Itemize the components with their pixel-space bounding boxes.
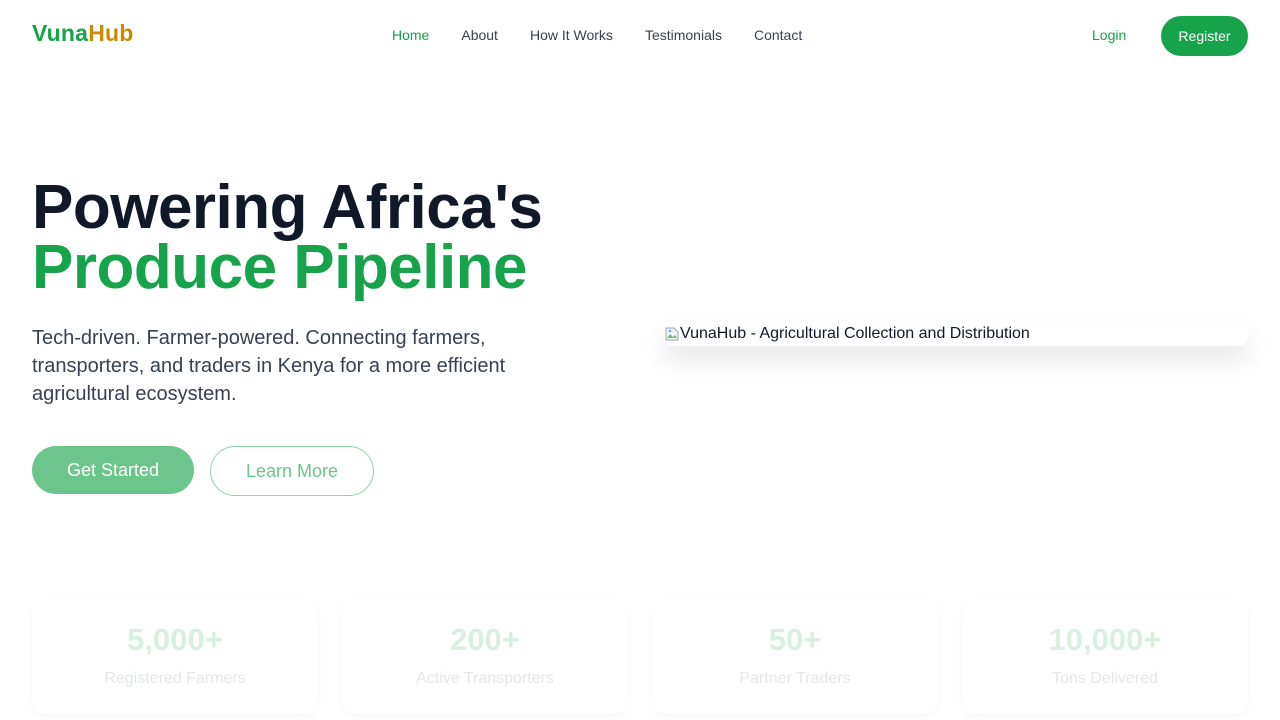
navbar: VunaHub Home About How It Works Testimon…	[0, 0, 1280, 72]
hero-title-line1: Powering Africa's	[32, 173, 543, 242]
nav-link-testimonials[interactable]: Testimonials	[645, 27, 722, 43]
stat-card-tons: 10,000+ Tons Delivered	[962, 600, 1248, 714]
main-nav: Home About How It Works Testimonials Con…	[392, 27, 802, 43]
stat-card-traders: 50+ Partner Traders	[652, 600, 938, 714]
stat-label: Partner Traders	[739, 670, 851, 687]
nav-link-how-it-works[interactable]: How It Works	[530, 27, 613, 43]
stat-card-farmers: 5,000+ Registered Farmers	[32, 600, 318, 714]
stat-value: 10,000+	[1048, 622, 1162, 657]
stat-label: Active Transporters	[416, 670, 554, 687]
stat-value: 50+	[768, 622, 822, 657]
hero-image-alt-text: VunaHub - Agricultural Collection and Di…	[680, 325, 1030, 342]
logo-hub: Hub	[88, 20, 134, 46]
stat-label: Tons Delivered	[1052, 670, 1158, 687]
stat-value: 200+	[450, 622, 520, 657]
stat-card-transporters: 200+ Active Transporters	[342, 600, 628, 714]
broken-image-icon	[664, 326, 680, 342]
stat-value: 5,000+	[127, 622, 223, 657]
stat-label: Registered Farmers	[104, 670, 246, 687]
register-button[interactable]: Register	[1161, 16, 1248, 56]
nav-link-home[interactable]: Home	[392, 27, 429, 43]
hero-title: Powering Africa's Produce Pipeline	[32, 173, 543, 302]
hero-title-line2: Produce Pipeline	[32, 233, 528, 302]
nav-link-about[interactable]: About	[461, 27, 498, 43]
learn-more-button[interactable]: Learn More	[210, 446, 374, 496]
logo-vuna: Vuna	[32, 20, 89, 46]
nav-link-contact[interactable]: Contact	[754, 27, 802, 43]
login-link[interactable]: Login	[1092, 27, 1126, 43]
get-started-button[interactable]: Get Started	[32, 446, 194, 494]
hero-subtitle: Tech-driven. Farmer-powered. Connecting …	[32, 327, 506, 405]
logo[interactable]: VunaHub	[32, 20, 134, 47]
stats-section: 5,000+ Registered Farmers 200+ Active Tr…	[32, 600, 1248, 720]
hero-image: VunaHub - Agricultural Collection and Di…	[664, 322, 1248, 346]
